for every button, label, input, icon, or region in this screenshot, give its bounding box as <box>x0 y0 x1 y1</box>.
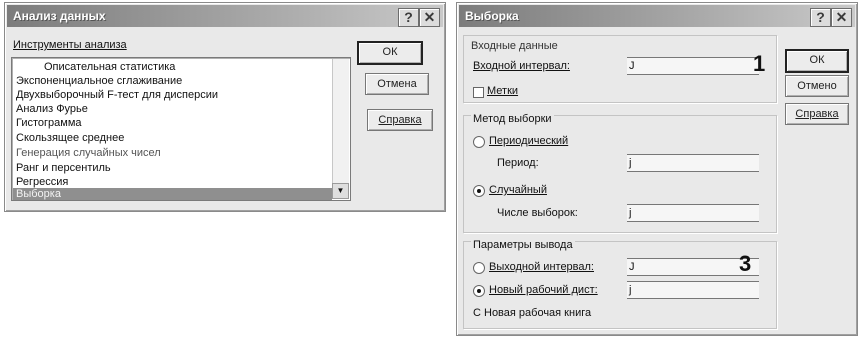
new-sheet-label: Новый рабочий дист: <box>489 284 598 296</box>
close-icon[interactable]: ✕ <box>419 8 440 27</box>
close-icon[interactable]: ✕ <box>831 8 852 27</box>
analysis-dialog: Анализ данных ? ✕ Инструменты анализа Оп… <box>4 2 446 212</box>
sampling-dialog: Выборка ? ✕ Входные данные Входной интер… <box>456 2 858 336</box>
input-group-label: Входные данные <box>471 40 558 52</box>
input-range-field[interactable]: J <box>627 57 759 75</box>
tool-item[interactable]: Ранг и персентиль <box>16 162 111 174</box>
scroll-down-icon[interactable]: ▼ <box>332 183 349 199</box>
output-range-label: Выходной интервал: <box>489 261 594 273</box>
help-icon[interactable]: ? <box>398 8 419 27</box>
random-radio[interactable] <box>473 185 485 197</box>
method-group-label: Метод выборки <box>471 113 554 125</box>
periodic-label: Периодический <box>489 135 569 147</box>
period-label: Период: <box>497 157 539 169</box>
help-button[interactable]: Справка <box>367 109 433 131</box>
tool-item-selected[interactable]: Выборка <box>13 188 332 200</box>
new-book-label[interactable]: С Новая рабочая книга <box>473 307 591 319</box>
listbox-scrollbar[interactable]: ▼ <box>332 59 349 199</box>
output-range-radio[interactable] <box>473 262 485 274</box>
sample-count-field[interactable]: j <box>627 204 759 222</box>
sampling-titlebar: Выборка ? ✕ <box>459 5 855 27</box>
cancel-button[interactable]: Отмено <box>785 75 849 97</box>
help-icon[interactable]: ? <box>810 8 831 27</box>
tool-item[interactable]: Гистограмма <box>16 117 82 129</box>
callout-marker-3: 3 <box>739 251 752 276</box>
tools-label: Инструменты анализа <box>13 39 127 51</box>
tool-item[interactable]: Регрессия <box>16 176 68 188</box>
tool-item[interactable]: Скользящее среднее <box>16 132 124 144</box>
tool-item[interactable]: Описательная статистика <box>44 61 175 73</box>
new-sheet-radio[interactable] <box>473 285 485 297</box>
new-sheet-field[interactable]: j <box>627 281 759 299</box>
tool-item[interactable]: Генерация случайных чисел <box>16 147 161 159</box>
tools-listbox[interactable]: Описательная статистика Экспоненциальное… <box>11 57 351 201</box>
cancel-button[interactable]: Отмена <box>365 73 429 95</box>
help-button-label: Справка <box>795 108 839 120</box>
output-group-label: Параметры вывода <box>471 239 575 251</box>
sampling-title: Выборка <box>465 9 519 23</box>
callout-marker-1: 1 <box>753 51 766 76</box>
labels-checkbox[interactable] <box>473 87 484 98</box>
period-field[interactable]: j <box>627 154 759 172</box>
input-range-label: Входной интервал: <box>473 60 570 72</box>
analysis-titlebar: Анализ данных ? ✕ <box>7 5 443 27</box>
sample-count-label: Числе выборок: <box>497 207 578 219</box>
periodic-radio[interactable] <box>473 136 485 148</box>
tool-item[interactable]: Анализ Фурье <box>16 103 88 115</box>
tool-item[interactable]: Экспоненциальное сглаживание <box>16 75 182 87</box>
help-button-label: Справка <box>378 114 422 126</box>
ok-button[interactable]: ОК <box>357 41 423 65</box>
labels-checkbox-label: Метки <box>487 85 519 97</box>
ok-button[interactable]: ОК <box>785 49 849 73</box>
random-label: Случайный <box>489 184 547 196</box>
tool-item[interactable]: Двухвыборочный F-тест для дисперсии <box>16 89 218 101</box>
analysis-title: Анализ данных <box>13 9 106 23</box>
help-button[interactable]: Справка <box>785 103 849 125</box>
